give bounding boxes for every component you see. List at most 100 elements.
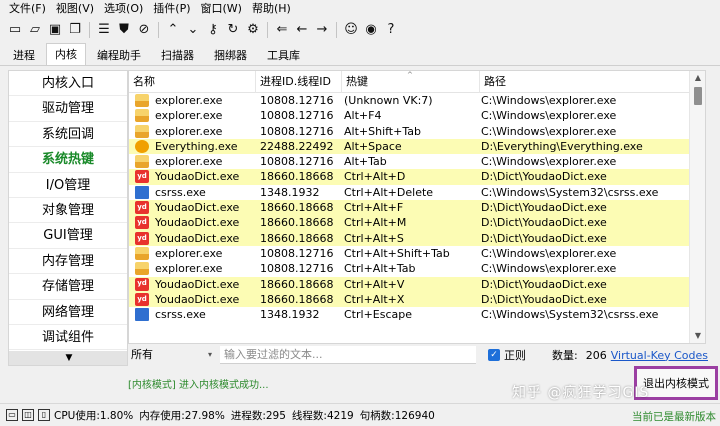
cpu-usage: CPU使用:1.80%	[54, 409, 134, 422]
hotkey: Ctrl+Alt+V	[344, 277, 405, 291]
youdao-icon: yd	[135, 216, 149, 230]
table-row[interactable]: explorer.exe 10808.12716 Ctrl+Alt+Tab C:\Wi…	[129, 261, 689, 276]
process-thread-id: 10808.12716	[260, 109, 334, 123]
count-label: 数量:	[552, 349, 578, 362]
virtual-key-codes-link[interactable]: Virtual-Key Codes	[611, 349, 708, 362]
table-body: explorer.exe 10808.12716 (Unknown VK:7) C:\…	[129, 93, 689, 322]
table-row[interactable]: yd YoudaoDict.exe 18660.18668 Ctrl+Alt+F D:\…	[129, 200, 689, 216]
tab-process[interactable]: 进程	[4, 44, 44, 65]
menu-plugins[interactable]: 插件(P)	[148, 0, 195, 18]
table-row[interactable]: yd YoudaoDict.exe 18660.18668 Ctrl+Alt+V D:\…	[129, 276, 689, 292]
tab-scanner[interactable]: 扫描器	[152, 44, 203, 65]
column-header-name[interactable]: 名称	[129, 71, 256, 93]
regex-label: 正则	[504, 349, 526, 362]
scroll-down-icon[interactable]: ▼	[690, 329, 705, 343]
process-path: D:\Dict\YoudaoDict.exe	[481, 231, 607, 245]
sidebar-item-debug[interactable]: 调试组件	[9, 325, 127, 351]
refresh-icon[interactable]: ↻	[224, 21, 242, 39]
user-icon[interactable]: ☺	[342, 21, 360, 39]
open-folder-icon[interactable]: ▱	[26, 21, 44, 39]
table-row[interactable]: explorer.exe 10808.12716 Alt+Tab C:\Windows…	[129, 154, 689, 169]
save-icon[interactable]: ▣	[46, 21, 64, 39]
windows-list-icon[interactable]: ☰	[95, 21, 113, 39]
process-name: explorer.exe	[155, 124, 223, 138]
tab-bundler[interactable]: 捆绑器	[205, 44, 256, 65]
table-scrollbar[interactable]: ▲ ▼	[689, 71, 705, 343]
sidebar-item-gui[interactable]: GUI管理	[9, 223, 127, 249]
github-icon[interactable]: ◉	[362, 21, 380, 39]
arrow-left-icon[interactable]: ←	[293, 21, 311, 39]
table-row[interactable]: yd YoudaoDict.exe 18660.18668 Ctrl+Alt+D D:\…	[129, 169, 689, 185]
hotkey: Alt+Shift+Tab	[344, 124, 421, 138]
sidebar-item-objects[interactable]: 对象管理	[9, 198, 127, 224]
back-icon[interactable]: ⇐	[273, 21, 291, 39]
youdao-icon: yd	[135, 231, 149, 245]
regex-checkbox[interactable]: ✓	[488, 349, 500, 361]
key-icon[interactable]: ⚷	[204, 21, 222, 39]
settings-icon[interactable]: ⚙	[244, 21, 262, 39]
chevron-down-icon[interactable]: ⌄	[184, 21, 202, 39]
table-row[interactable]: explorer.exe 10808.12716 Alt+F4 C:\Windows\…	[129, 108, 689, 123]
process-name: csrss.exe	[155, 308, 206, 322]
terminal-icon[interactable]: ▭	[6, 409, 18, 421]
menu-help[interactable]: 帮助(H)	[247, 0, 296, 18]
dock-icon[interactable]: ▯	[38, 409, 50, 421]
table-row[interactable]: csrss.exe 1348.1932 Ctrl+Alt+Delete C:\Wind…	[129, 185, 689, 200]
sidebar-item-callbacks[interactable]: 系统回调	[9, 122, 127, 148]
table-row[interactable]: yd YoudaoDict.exe 18660.18668 Ctrl+Alt+X D:\…	[129, 291, 689, 308]
copy-icon[interactable]: ❐	[66, 21, 84, 39]
filter-scope-select[interactable]: 所有 ▾	[128, 346, 214, 364]
process-thread-id: 18660.18668	[260, 170, 334, 184]
menu-view[interactable]: 视图(V)	[51, 0, 99, 18]
help-icon[interactable]: ?	[382, 21, 400, 39]
menu-options[interactable]: 选项(O)	[99, 0, 148, 18]
youdao-icon: yd	[135, 292, 149, 306]
column-header-pid[interactable]: 进程ID.线程ID	[256, 71, 342, 93]
sidebar-item-hotkeys[interactable]: 系统热键	[9, 147, 127, 173]
process-path: C:\Windows\explorer.exe	[481, 155, 617, 169]
process-thread-id: 1348.1932	[260, 185, 320, 199]
table-row[interactable]: explorer.exe 10808.12716 Ctrl+Alt+Shift+Ta…	[129, 246, 689, 261]
shield-icon[interactable]: ⛊	[115, 21, 133, 39]
sidebar-item-memory[interactable]: 内存管理	[9, 249, 127, 275]
sidebar-item-io[interactable]: I/O管理	[9, 173, 127, 198]
table-row[interactable]: yd YoudaoDict.exe 18660.18668 Ctrl+Alt+M D:\…	[129, 215, 689, 231]
column-header-path[interactable]: 路径	[480, 71, 689, 93]
process-name: YoudaoDict.exe	[155, 170, 240, 184]
hotkey: Ctrl+Alt+D	[344, 170, 406, 184]
filter-bar: 所有 ▾ ✓ 正则 数量: 206 Virtual-Key Codes	[128, 344, 718, 366]
youdao-icon: yd	[135, 170, 149, 184]
table-row[interactable]: explorer.exe 10808.12716 (Unknown VK:7) C:\…	[129, 93, 689, 108]
process-thread-id: 22488.22492	[260, 139, 334, 153]
tab-programming[interactable]: 编程助手	[88, 44, 150, 65]
sidebar-item-storage[interactable]: 存储管理	[9, 274, 127, 300]
arrow-right-icon[interactable]: →	[313, 21, 331, 39]
sidebar-item-kernel-entry[interactable]: 内核入口	[9, 71, 127, 97]
table-row[interactable]: csrss.exe 1348.1932 Ctrl+Escape C:\Windows\…	[129, 307, 689, 322]
table-row[interactable]: Everything.exe 22488.22492 Alt+Space D:\Eve…	[129, 138, 689, 155]
scroll-thumb[interactable]	[694, 87, 702, 105]
ban-icon[interactable]: ⊘	[135, 21, 153, 39]
table-row[interactable]: explorer.exe 10808.12716 Alt+Shift+Tab C:\W…	[129, 124, 689, 139]
process-path: C:\Windows\explorer.exe	[481, 262, 617, 276]
sidebar-item-network[interactable]: 网络管理	[9, 300, 127, 325]
sidebar-item-driver[interactable]: 驱动管理	[9, 96, 127, 122]
hotkey: Alt+F4	[344, 109, 382, 123]
process-name: csrss.exe	[155, 185, 206, 199]
youdao-icon: yd	[135, 277, 149, 291]
monitor-icon[interactable]: ▭	[6, 21, 24, 39]
map-icon[interactable]: ◫	[22, 409, 34, 421]
menu-window[interactable]: 窗口(W)	[196, 0, 247, 18]
filter-input[interactable]	[220, 346, 476, 364]
tab-kernel[interactable]: 内核	[46, 43, 86, 65]
process-thread-id: 18660.18668	[260, 231, 334, 245]
sidebar-scroll-down-icon[interactable]: ▼	[9, 351, 127, 365]
scroll-up-icon[interactable]: ▲	[690, 71, 705, 85]
menu-file[interactable]: 文件(F)	[4, 0, 51, 18]
table-row[interactable]: yd YoudaoDict.exe 18660.18668 Ctrl+Alt+S D:\…	[129, 230, 689, 246]
chevron-up-icon[interactable]: ⌃	[164, 21, 182, 39]
process-name: explorer.exe	[155, 109, 223, 123]
log-message: [内核模式] 进入内核模式成功...	[128, 380, 269, 391]
toolbar-separator	[267, 22, 268, 38]
tab-toolbox[interactable]: 工具库	[258, 44, 309, 65]
